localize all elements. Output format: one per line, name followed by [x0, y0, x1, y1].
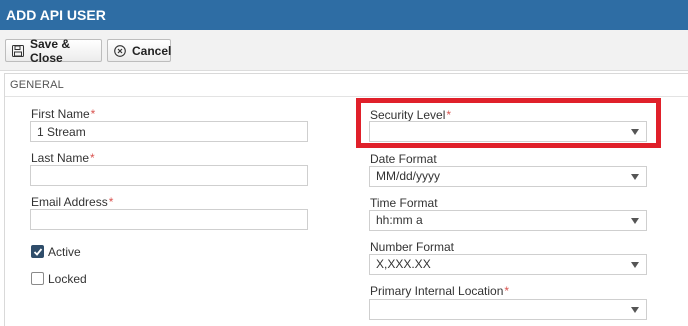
active-checkbox[interactable] — [31, 245, 44, 258]
last-name-input[interactable] — [30, 165, 308, 186]
security-level-select[interactable] — [369, 121, 647, 142]
last-name-label: Last Name* — [31, 151, 95, 165]
time-format-label: Time Format — [370, 196, 438, 210]
floppy-disk-icon — [12, 44, 24, 57]
date-format-select[interactable]: MM/dd/yyyy — [369, 166, 647, 187]
email-label: Email Address* — [31, 195, 114, 209]
date-format-label: Date Format — [370, 152, 437, 166]
window-title: ADD API USER — [0, 0, 688, 30]
save-close-button[interactable]: Save & Close — [5, 36, 102, 65]
security-level-label: Security Level* — [370, 108, 452, 122]
circle-x-icon — [114, 44, 126, 57]
caret-down-icon — [631, 174, 639, 180]
save-close-label: Save & Close — [30, 36, 71, 65]
primary-location-select[interactable] — [369, 299, 647, 320]
required-marker: * — [446, 108, 452, 122]
section-title: GENERAL — [10, 79, 64, 91]
time-format-value: hh:mm a — [376, 213, 423, 227]
caret-down-icon — [631, 307, 639, 313]
required-marker: * — [90, 107, 96, 121]
first-name-label: First Name* — [31, 107, 96, 121]
first-name-input[interactable] — [30, 121, 308, 142]
primary-location-label: Primary Internal Location* — [370, 284, 510, 298]
caret-down-icon — [631, 129, 639, 135]
active-label: Active — [48, 245, 81, 259]
required-marker: * — [504, 284, 510, 298]
caret-down-icon — [631, 218, 639, 224]
required-marker: * — [90, 151, 95, 165]
locked-checkbox[interactable] — [31, 272, 44, 285]
date-format-value: MM/dd/yyyy — [376, 169, 441, 183]
email-input[interactable] — [30, 209, 308, 230]
locked-label: Locked — [48, 272, 87, 286]
caret-down-icon — [631, 262, 639, 268]
checkmark-icon — [33, 248, 43, 256]
time-format-select[interactable]: hh:mm a — [369, 210, 647, 231]
section-divider — [5, 96, 688, 97]
required-marker: * — [108, 195, 114, 209]
number-format-value: X,XXX.XX — [376, 257, 431, 271]
number-format-select[interactable]: X,XXX.XX — [369, 254, 647, 275]
number-format-label: Number Format — [370, 240, 455, 254]
toolbar: Save & Close Cancel — [0, 30, 688, 71]
cancel-button[interactable]: Cancel — [107, 39, 171, 62]
cancel-label: Cancel — [132, 43, 172, 58]
